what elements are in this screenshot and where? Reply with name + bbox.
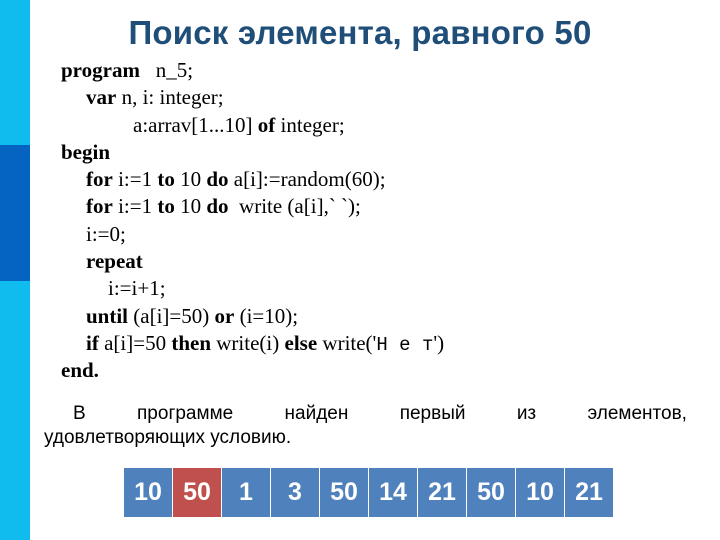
code-line: for i:=1 to 10 do write (a[i],` `); [61, 193, 444, 220]
code-keyword: begin [61, 139, 111, 164]
code-line: var n, i: integer; [61, 84, 444, 111]
description-word: В [73, 403, 86, 424]
code-line: begin [61, 139, 444, 166]
code-text: n, i: integer; [116, 85, 224, 110]
code-keyword: for [86, 194, 113, 219]
code-text: write (a[i],` `); [228, 194, 361, 219]
code-text: 10 [174, 167, 207, 192]
code-line: i:=i+1; [61, 275, 444, 302]
array-cell: 1 [222, 468, 270, 517]
code-keyword: or [214, 303, 235, 328]
code-keyword: do [206, 167, 229, 192]
description-line-2: удовлетворяющих условию. [44, 427, 292, 448]
code-line: for i:=1 to 10 do a[i]:=random(60); [61, 166, 444, 193]
code-keyword: for [86, 167, 113, 192]
code-keyword: program [61, 58, 140, 82]
code-keyword: else [284, 330, 318, 355]
code-text: integer; [275, 112, 345, 137]
code-text: (i=10); [234, 303, 299, 328]
accent-bar-dark-segment [0, 145, 30, 281]
code-text: i:=0; [86, 221, 126, 246]
array-cell-found: 50 [173, 468, 221, 517]
code-text: i:=1 [112, 167, 158, 192]
description-word: найден [284, 403, 349, 424]
code-keyword: do [206, 194, 229, 219]
slide-title: Поиск элемента, равного 50 [128, 14, 592, 51]
code-text: Н е т [376, 333, 434, 356]
code-keyword: if [86, 330, 99, 355]
array-cell: 50 [320, 468, 368, 517]
array-cell: 21 [565, 468, 613, 517]
code-line: if a[i]=50 then write(i) else write('Н е… [61, 330, 444, 357]
array-cell: 21 [418, 468, 466, 517]
array-cells: 10 50 1 3 50 14 21 50 10 21 [124, 468, 614, 517]
code-keyword: then [171, 330, 212, 355]
array-cell: 50 [467, 468, 515, 517]
array-cell: 10 [124, 468, 172, 517]
array-cell: 10 [516, 468, 564, 517]
code-text: i:=i+1; [108, 276, 166, 301]
code-line: i:=0; [61, 221, 444, 248]
code-keyword: to [157, 167, 175, 192]
description-word: программе [137, 403, 234, 424]
code-keyword: of [257, 112, 276, 137]
code-text: write(' [317, 330, 377, 355]
code-text: a:arrav[1...10] [133, 112, 258, 137]
code-keyword: to [157, 194, 175, 219]
code-text: n_5; [139, 58, 194, 82]
code-keyword: end. [61, 358, 99, 383]
code-text: a[i]=50 [98, 330, 172, 355]
array-cell: 3 [271, 468, 319, 517]
code-text: ') [433, 330, 445, 355]
code-text: i:=1 [112, 194, 158, 219]
array-cell: 14 [369, 468, 417, 517]
description-word: первый [399, 403, 466, 424]
code-line: until (a[i]=50) or (i=10); [61, 303, 444, 330]
code-listing: program n_5; var n, i: integer; a:arrav[1.… [61, 57, 444, 385]
description: Впрограмме найден первый из элементов, удовл… [44, 402, 687, 450]
code-text: a[i]:=random(60); [228, 167, 386, 192]
code-line: program n_5; [61, 57, 444, 84]
description-line-1: Впрограмме найден первый из элементов, [44, 402, 687, 426]
code-line: repeat [61, 248, 444, 275]
description-word: из [516, 403, 537, 424]
code-keyword: repeat [86, 249, 143, 274]
code-line: end. [61, 357, 444, 384]
code-keyword: var [86, 85, 117, 110]
code-line: a:arrav[1...10] of integer; [61, 112, 444, 139]
code-keyword: until [86, 303, 129, 328]
code-text: (a[i]=50) [128, 303, 215, 328]
code-text: write(i) [211, 330, 285, 355]
description-word: элементов, [587, 403, 687, 424]
code-text: 10 [174, 194, 207, 219]
